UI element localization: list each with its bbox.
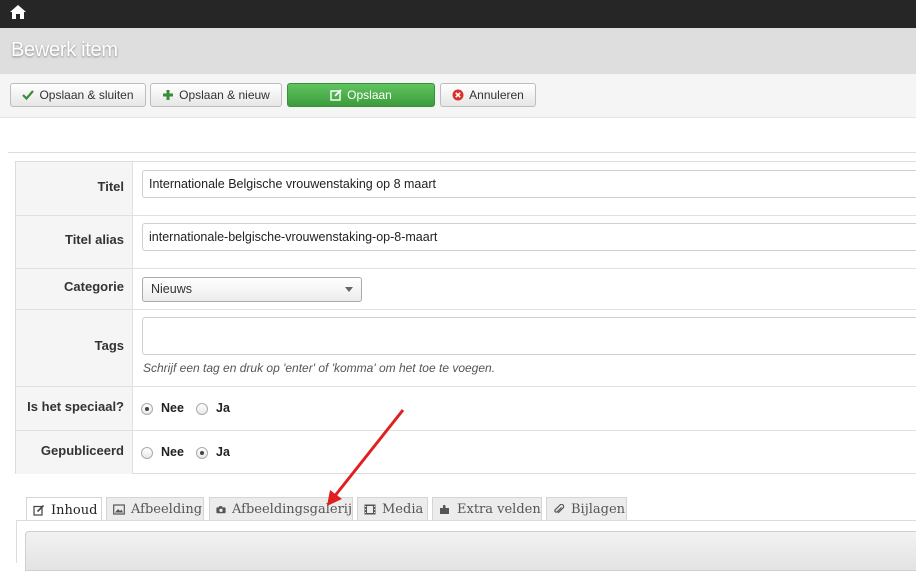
page-title: Bewerk item — [11, 39, 118, 61]
category-select[interactable]: Nieuws — [142, 277, 362, 302]
tab-label: Inhoud — [51, 502, 98, 518]
cancel-button[interactable]: Annuleren — [440, 83, 536, 107]
tab-label: Extra velden — [457, 502, 541, 517]
puzzle-icon — [440, 504, 449, 514]
top-navbar — [0, 0, 916, 28]
edit-icon — [330, 89, 342, 101]
alias-label: Titel alias — [64, 232, 124, 247]
published-ja-radio[interactable] — [196, 447, 208, 459]
title-label: Titel — [97, 179, 125, 194]
alias-row: Titel alias internationale-belgische-vro… — [16, 216, 916, 269]
category-label: Categorie — [64, 279, 124, 294]
toolbar: Opslaan & sluiten Opslaan & nieuw Opslaa… — [0, 74, 916, 118]
tags-label: Tags — [94, 338, 124, 353]
special-ja-radio[interactable] — [196, 403, 208, 415]
title-input[interactable]: Internationale Belgische vrouwenstaking … — [142, 170, 916, 198]
published-nee-radio[interactable] — [141, 447, 153, 459]
save-new-button[interactable]: Opslaan & nieuw — [150, 83, 282, 107]
tab-label: Media — [382, 502, 424, 517]
editor-toolbar — [25, 531, 916, 571]
published-ja-label[interactable]: Ja — [216, 445, 230, 459]
chevron-down-icon — [345, 287, 353, 292]
tags-input[interactable] — [142, 317, 916, 355]
special-row: Is het speciaal? Nee Ja — [16, 387, 916, 431]
film-icon — [364, 504, 376, 515]
tab-extra-velden[interactable]: Extra velden — [432, 497, 542, 521]
cancel-icon — [452, 89, 464, 101]
plus-icon — [163, 90, 174, 100]
published-label: Gepubliceerd — [40, 443, 124, 458]
tab-label: Afbeeldingsgalerij — [231, 502, 352, 517]
published-row: Gepubliceerd Nee Ja — [16, 431, 916, 474]
title-row: Titel Internationale Belgische vrouwenst… — [16, 162, 916, 216]
published-nee-label[interactable]: Nee — [161, 445, 184, 459]
tab-label: Afbeelding — [131, 502, 203, 517]
save-new-label: Opslaan & nieuw — [179, 88, 270, 102]
save-button[interactable]: Opslaan — [287, 83, 435, 107]
tab-media[interactable]: Media — [357, 497, 428, 521]
camera-icon — [216, 506, 226, 514]
alias-input[interactable]: internationale-belgische-vrouwenstaking-… — [142, 223, 916, 251]
tags-hint: Schrijf een tag en druk op 'enter' of 'k… — [143, 361, 496, 375]
checkmark-icon — [22, 90, 35, 101]
edit-icon — [33, 504, 45, 516]
tags-row: Tags Schrijf een tag en druk op 'enter' … — [16, 310, 916, 387]
special-nee-label[interactable]: Nee — [161, 401, 184, 415]
tab-afbeeldingsgalerij[interactable]: Afbeeldingsgalerij — [209, 497, 353, 521]
tab-label: Bijlagen — [571, 502, 626, 517]
tab-inhoud[interactable]: Inhoud — [26, 497, 102, 522]
divider — [8, 152, 916, 153]
save-label: Opslaan — [347, 88, 392, 102]
special-nee-radio[interactable] — [141, 403, 153, 415]
home-icon[interactable] — [9, 3, 27, 21]
cancel-label: Annuleren — [469, 88, 524, 102]
special-ja-label[interactable]: Ja — [216, 401, 230, 415]
save-close-button[interactable]: Opslaan & sluiten — [10, 83, 146, 107]
category-row: Categorie Nieuws — [16, 269, 916, 310]
paperclip-icon — [554, 504, 565, 514]
tab-afbeelding[interactable]: Afbeelding — [106, 497, 204, 521]
tab-bijlagen[interactable]: Bijlagen — [546, 497, 627, 521]
image-icon — [113, 504, 125, 515]
special-label: Is het speciaal? — [27, 399, 124, 414]
title-bar: Bewerk item — [0, 28, 916, 74]
category-value: Nieuws — [151, 282, 192, 296]
save-close-label: Opslaan & sluiten — [39, 88, 134, 102]
item-form: Titel Internationale Belgische vrouwenst… — [15, 161, 916, 474]
tab-content-pane — [16, 520, 916, 571]
